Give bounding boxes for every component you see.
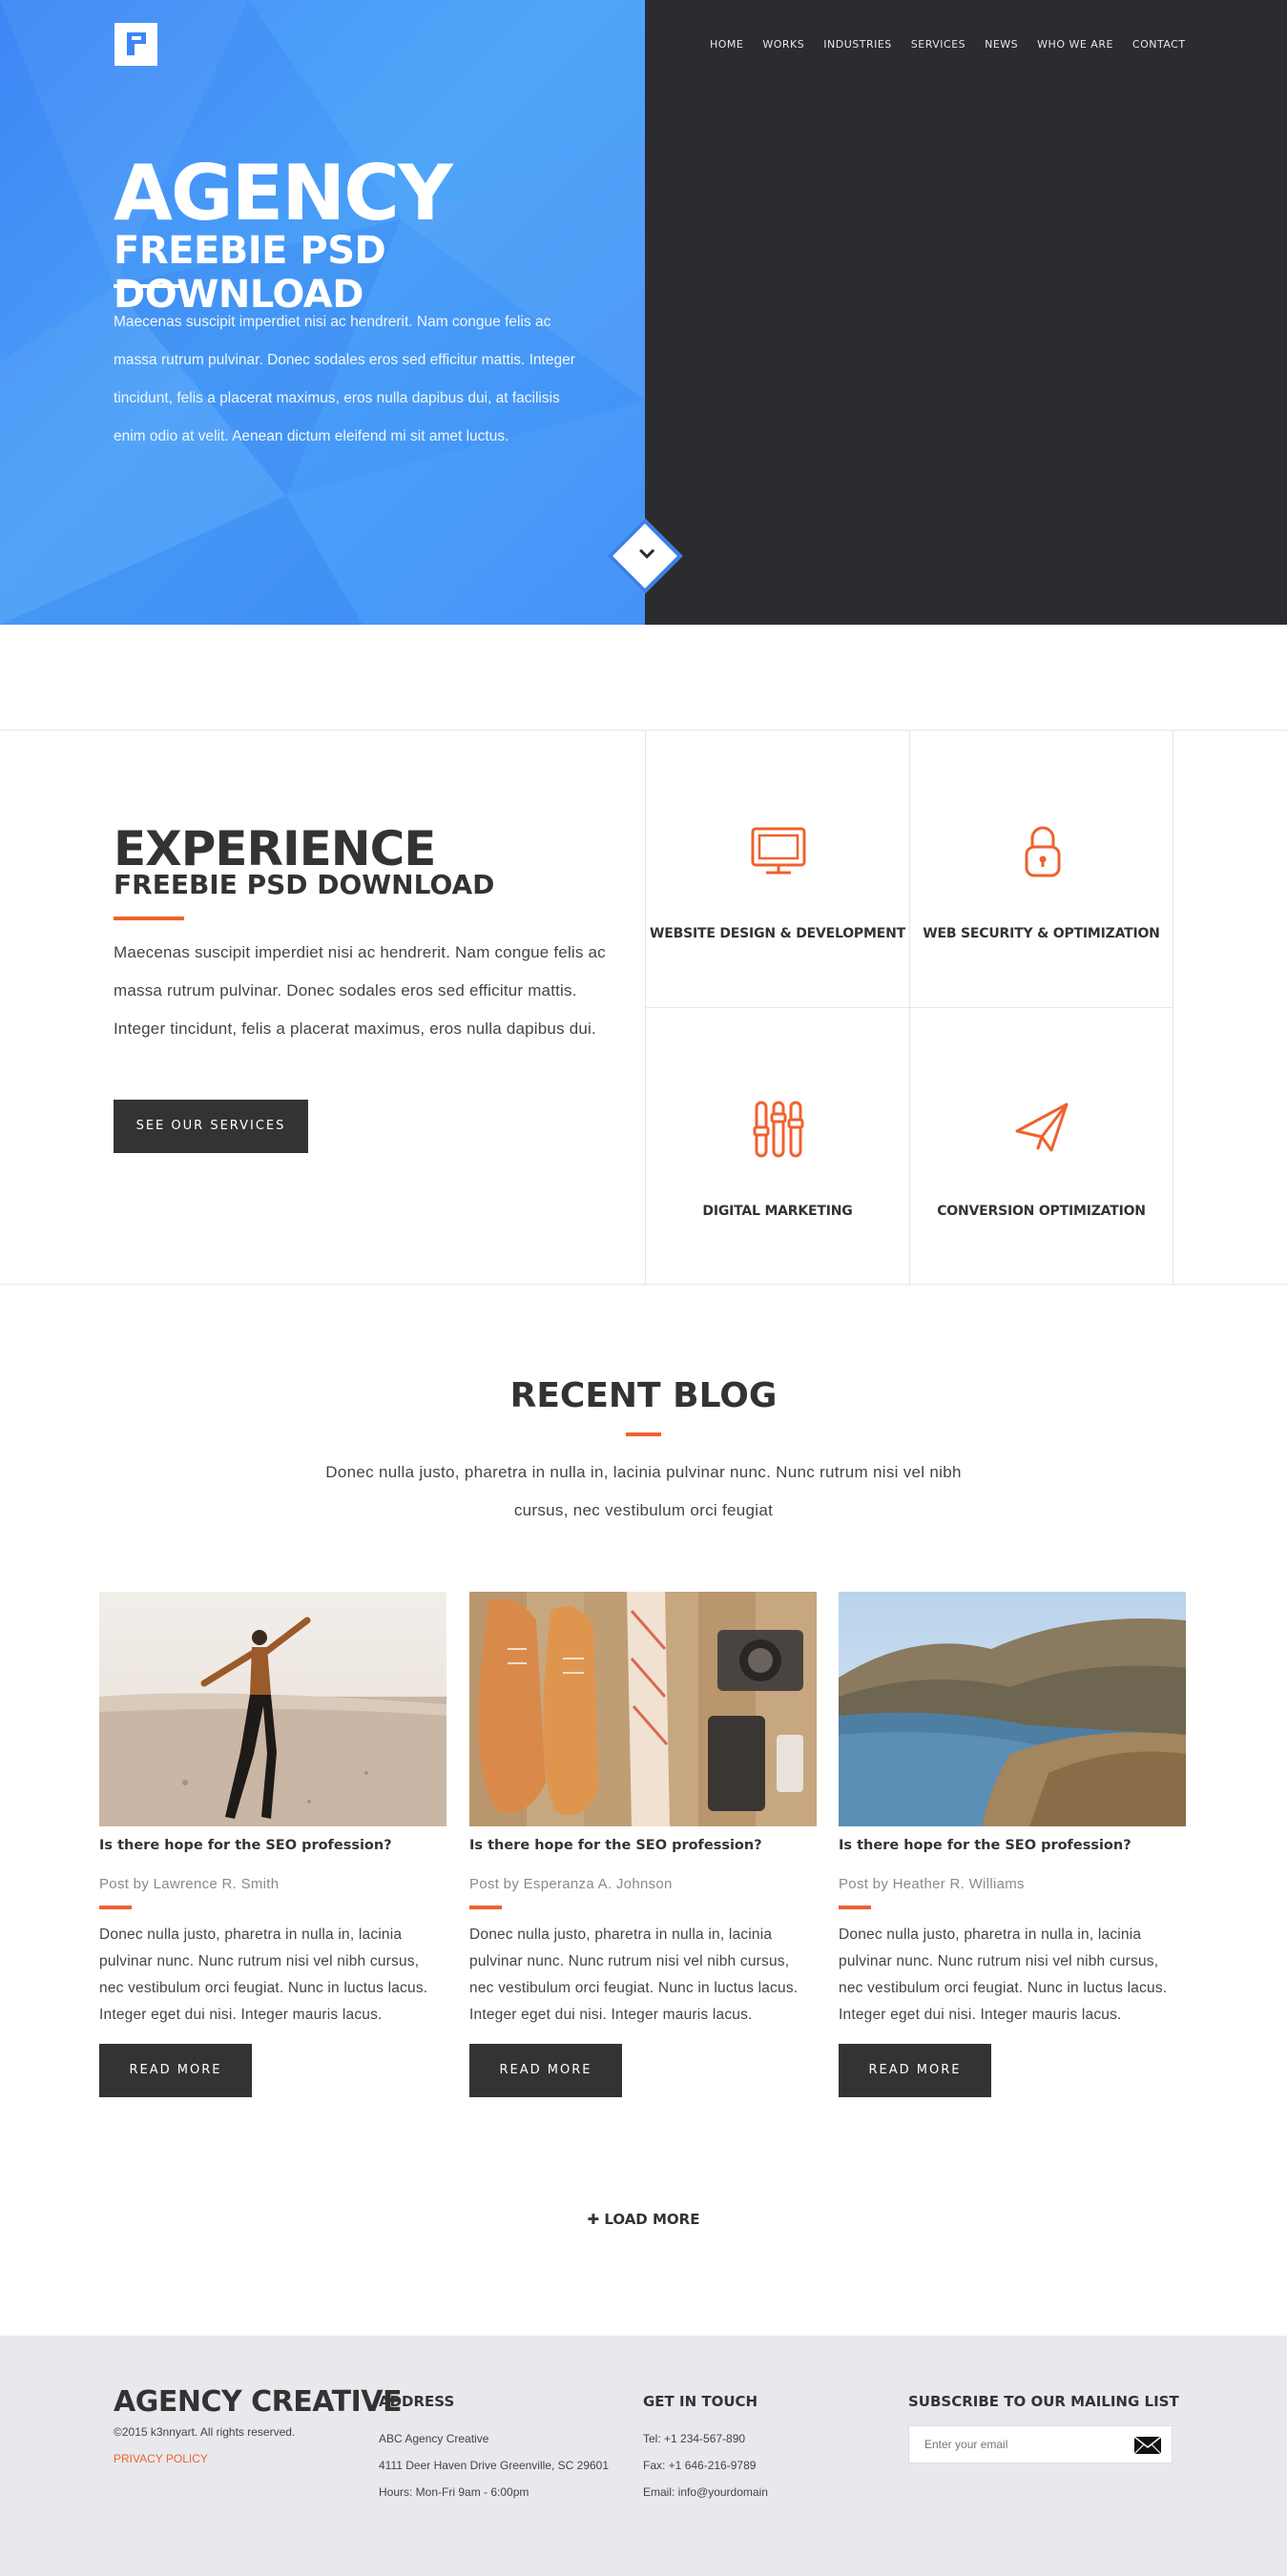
blog-post: Is there hope for the SEO profession? Po…: [469, 1592, 817, 2097]
footer-contact: GET IN TOUCH Tel: +1 234-567-890 Fax: +1…: [643, 2393, 768, 2505]
post-underline: [839, 1906, 871, 1909]
service-conversion[interactable]: CONVERSION OPTIMIZATION: [909, 1008, 1173, 1286]
service-label: CONVERSION OPTIMIZATION: [937, 1204, 1146, 1219]
post-title[interactable]: Is there hope for the SEO profession?: [99, 1838, 446, 1853]
nav-works[interactable]: WORKS: [762, 38, 804, 51]
blog-description: Donec nulla justo, pharetra in nulla in,…: [325, 1463, 962, 1519]
plus-icon: ✚: [587, 2211, 605, 2228]
lock-icon: [1025, 826, 1061, 877]
experience-text: Maecenas suscipit imperdiet nisi ac hend…: [114, 943, 606, 1038]
footer-subscribe: SUBSCRIBE TO OUR MAILING LIST: [908, 2393, 1179, 2463]
read-more-button[interactable]: READ MORE: [839, 2044, 991, 2097]
post-underline: [469, 1906, 502, 1909]
service-label: WEB SECURITY & OPTIMIZATION: [923, 926, 1160, 941]
privacy-policy-link[interactable]: PRIVACY POLICY: [114, 2452, 208, 2465]
see-our-services-button[interactable]: SEE OUR SERVICES: [114, 1100, 308, 1153]
address-line: Hours: Mon-Fri 9am - 6:00pm: [379, 2485, 529, 2499]
footer-copyright: ©2015 k3nnyart. All rights reserved.: [114, 2425, 296, 2439]
footer-contact-heading: GET IN TOUCH: [643, 2393, 758, 2410]
post-image-coast[interactable]: [839, 1592, 1186, 1826]
contact-email[interactable]: Email: info@yourdomain: [643, 2479, 768, 2505]
blog-title: RECENT BLOG: [509, 1376, 778, 1415]
footer-address: ADDRESS ABC Agency Creative 4111 Deer Ha…: [379, 2393, 609, 2505]
main-nav: HOME WORKS INDUSTRIES SERVICES NEWS WHO …: [710, 38, 1205, 51]
monitor-icon: [751, 827, 806, 875]
blog-underline: [626, 1432, 661, 1436]
address-line: 4111 Deer Haven Drive Greenville, SC 296…: [379, 2459, 610, 2472]
footer-subscribe-heading: SUBSCRIBE TO OUR MAILING LIST: [908, 2393, 1179, 2410]
service-label: WEBSITE DESIGN & DEVELOPMENT: [650, 926, 905, 941]
post-author: Post by Esperanza A. Johnson: [469, 1876, 673, 1892]
hero-blue-panel: AGENCY FREEBIE PSD DOWNLOAD Maecenas sus…: [0, 0, 645, 625]
hero-section: AGENCY FREEBIE PSD DOWNLOAD Maecenas sus…: [0, 0, 1287, 625]
footer: AGENCY CREATIVE ©2015 k3nnyart. All righ…: [0, 2336, 1287, 2576]
footer-brand: AGENCY CREATIVE: [114, 2385, 402, 2419]
experience-underline: [114, 917, 184, 920]
post-excerpt: Donec nulla justo, pharetra in nulla in,…: [839, 1927, 1168, 2023]
sliders-icon: [753, 1101, 804, 1158]
hero-text: Maecenas suscipit imperdiet nisi ac hend…: [114, 314, 575, 444]
paper-plane-icon: [1015, 1103, 1069, 1152]
footer-address-heading: ADDRESS: [379, 2393, 455, 2410]
hero-title: AGENCY: [114, 149, 453, 237]
envelope-icon[interactable]: [1133, 2436, 1162, 2455]
contact-tel: Tel: +1 234-567-890: [643, 2432, 746, 2445]
service-label: DIGITAL MARKETING: [702, 1204, 853, 1219]
hero-underline: [114, 284, 184, 288]
chevron-down-icon: [636, 544, 657, 570]
post-excerpt: Donec nulla justo, pharetra in nulla in,…: [99, 1927, 428, 2023]
read-more-button[interactable]: READ MORE: [469, 2044, 622, 2097]
contact-fax: Fax: +1 646-216-9789: [643, 2459, 757, 2472]
experience-subtitle: FREEBIE PSD DOWNLOAD: [114, 869, 495, 900]
address-line: ABC Agency Creative: [379, 2432, 489, 2445]
load-more-button[interactable]: ✚ LOAD MORE: [0, 2211, 1287, 2228]
nav-contact[interactable]: CONTACT: [1132, 38, 1186, 51]
post-image-flatlay[interactable]: [469, 1592, 817, 1826]
subscribe-form: [908, 2425, 1173, 2463]
blog-post: Is there hope for the SEO profession? Po…: [99, 1592, 446, 2097]
read-more-button[interactable]: READ MORE: [99, 2044, 252, 2097]
email-input[interactable]: [909, 2426, 1119, 2463]
service-website-design[interactable]: WEBSITE DESIGN & DEVELOPMENT: [645, 731, 909, 1008]
hero-dark-panel: [645, 0, 1287, 625]
post-author: Post by Heather R. Williams: [839, 1876, 1025, 1892]
nav-services[interactable]: SERVICES: [911, 38, 965, 51]
nav-home[interactable]: HOME: [710, 38, 743, 51]
experience-section: EXPERIENCE FREEBIE PSD DOWNLOAD Maecenas…: [0, 730, 1287, 1286]
nav-industries[interactable]: INDUSTRIES: [823, 38, 892, 51]
service-web-security[interactable]: WEB SECURITY & OPTIMIZATION: [909, 731, 1173, 1008]
post-title[interactable]: Is there hope for the SEO profession?: [469, 1838, 817, 1853]
post-excerpt: Donec nulla justo, pharetra in nulla in,…: [469, 1927, 799, 2023]
nav-news[interactable]: NEWS: [985, 38, 1018, 51]
service-digital-marketing[interactable]: DIGITAL MARKETING: [645, 1008, 909, 1286]
post-image-beach[interactable]: [99, 1592, 446, 1826]
post-underline: [99, 1906, 132, 1909]
blog-post: Is there hope for the SEO profession? Po…: [839, 1592, 1186, 2097]
logo[interactable]: [114, 23, 157, 66]
post-title[interactable]: Is there hope for the SEO profession?: [839, 1838, 1186, 1853]
nav-who-we-are[interactable]: WHO WE ARE: [1037, 38, 1113, 51]
load-more-label: LOAD MORE: [604, 2211, 700, 2228]
post-author: Post by Lawrence R. Smith: [99, 1876, 280, 1892]
